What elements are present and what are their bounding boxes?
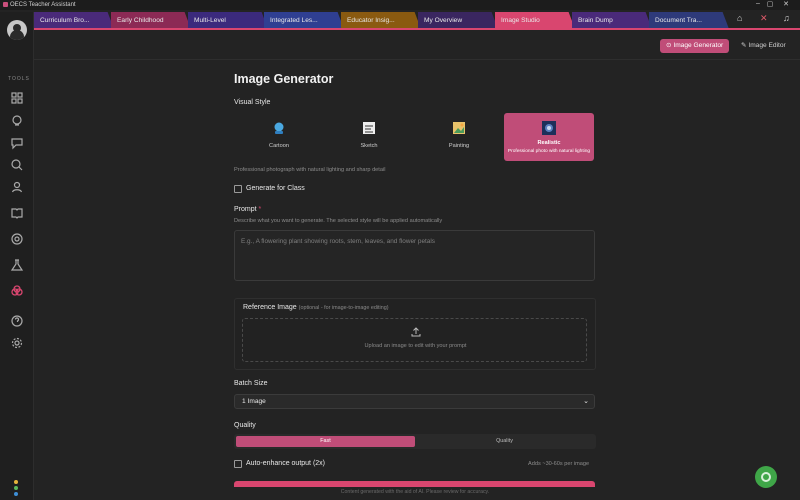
tab-document-translator[interactable]: Document Tra...	[649, 12, 729, 29]
generate-for-class-checkbox[interactable]	[234, 185, 242, 193]
tab-educator-insights[interactable]: Educator Insig...	[341, 12, 421, 29]
status-dots	[14, 480, 19, 498]
maximize-button[interactable]: ▢	[764, 0, 776, 8]
page-title: Image Generator	[234, 72, 334, 86]
prompt-textarea[interactable]: E.g., A flowering plant showing roots, s…	[234, 230, 595, 281]
visual-style-label: Visual Style	[234, 99, 271, 106]
painting-icon	[452, 121, 466, 135]
auto-enhance-note: Adds ~30-60s per image	[528, 461, 590, 467]
assistant-chat-button[interactable]	[755, 466, 777, 488]
chat-icon[interactable]	[10, 136, 24, 150]
notification-bell-icon[interactable]: ♫	[783, 13, 790, 23]
reference-image-section: Reference Image (optional - for image-to…	[234, 298, 596, 370]
generate-button[interactable]	[234, 481, 595, 487]
tab-multi-level[interactable]: Multi-Level	[188, 12, 268, 29]
window-title: OECS Teacher Assistant	[10, 2, 76, 8]
generate-for-class-label: Generate for Class	[246, 185, 305, 192]
avatar[interactable]	[7, 20, 27, 40]
reference-image-label: Reference Image (optional - for image-to…	[243, 304, 389, 311]
tab-image-studio[interactable]: Image Studio	[495, 12, 575, 29]
target-icon[interactable]	[10, 232, 24, 246]
style-card-sketch[interactable]: Sketch	[324, 113, 414, 161]
upload-dropzone[interactable]: Upload an image to edit with your prompt	[242, 318, 587, 362]
close-tab-icon[interactable]: ✕	[760, 13, 768, 24]
image-editor-button[interactable]: ✎ Image Editor	[735, 39, 792, 53]
batch-size-select[interactable]: 1 Image ⌄	[234, 394, 595, 409]
cartoon-icon	[272, 121, 286, 135]
quality-toggle: Fast Quality	[234, 434, 596, 449]
chevron-down-icon: ⌄	[583, 398, 589, 405]
tab-bar: Curriculum Bro... Early Childhood Multi-…	[34, 12, 729, 29]
style-card-realistic[interactable]: Realistic Professional photo with natura…	[504, 113, 594, 161]
dashboard-grid-icon[interactable]	[10, 91, 24, 105]
quality-quality-option[interactable]: Quality	[415, 436, 594, 447]
tab-brain-dump[interactable]: Brain Dump	[572, 12, 652, 29]
ai-disclaimer: Content generated with the aid of AI. Pl…	[340, 489, 490, 495]
realistic-icon	[542, 121, 556, 135]
style-card-painting[interactable]: Painting	[414, 113, 504, 161]
style-description: Professional photograph with natural lig…	[234, 167, 386, 173]
tab-curriculum-browser[interactable]: Curriculum Bro...	[34, 12, 114, 29]
mode-switcher-bar: ⊙ Image Generator ✎ Image Editor	[34, 30, 800, 60]
batch-size-label: Batch Size	[234, 380, 268, 387]
settings-gear-icon[interactable]	[10, 336, 24, 350]
tab-early-childhood[interactable]: Early Childhood	[111, 12, 191, 29]
auto-enhance-label: Auto-enhance output (2x)	[246, 460, 325, 467]
style-card-cartoon[interactable]: Cartoon	[234, 113, 324, 161]
library-icon[interactable]: ⌂	[737, 13, 742, 23]
app-logo-icon	[3, 2, 8, 7]
image-studio-icon[interactable]	[10, 284, 24, 298]
search-icon[interactable]	[10, 158, 24, 172]
book-icon[interactable]	[10, 206, 24, 220]
quality-label: Quality	[234, 422, 256, 429]
sketch-icon	[362, 121, 376, 135]
close-window-button[interactable]: ✕	[780, 0, 792, 8]
title-bar: OECS Teacher Assistant – ▢ ✕	[0, 0, 800, 10]
flask-icon[interactable]	[10, 258, 24, 272]
auto-enhance-checkbox[interactable]	[234, 460, 242, 468]
help-icon[interactable]	[10, 314, 24, 328]
tools-label: TOOLS	[8, 76, 30, 82]
tab-my-overview[interactable]: My Overview	[418, 12, 498, 29]
prompt-help: Describe what you want to generate. The …	[234, 218, 443, 224]
prompt-label: Prompt *	[234, 206, 262, 213]
upload-icon	[411, 327, 421, 337]
quality-fast-option[interactable]: Fast	[236, 436, 415, 447]
lightbulb-icon[interactable]	[10, 114, 24, 128]
sidebar: TOOLS	[0, 12, 34, 500]
image-generator-button[interactable]: ⊙ Image Generator	[660, 39, 730, 53]
minimize-button[interactable]: –	[752, 0, 764, 7]
user-icon[interactable]	[10, 180, 24, 194]
tab-integrated-lessons[interactable]: Integrated Les...	[264, 12, 344, 29]
